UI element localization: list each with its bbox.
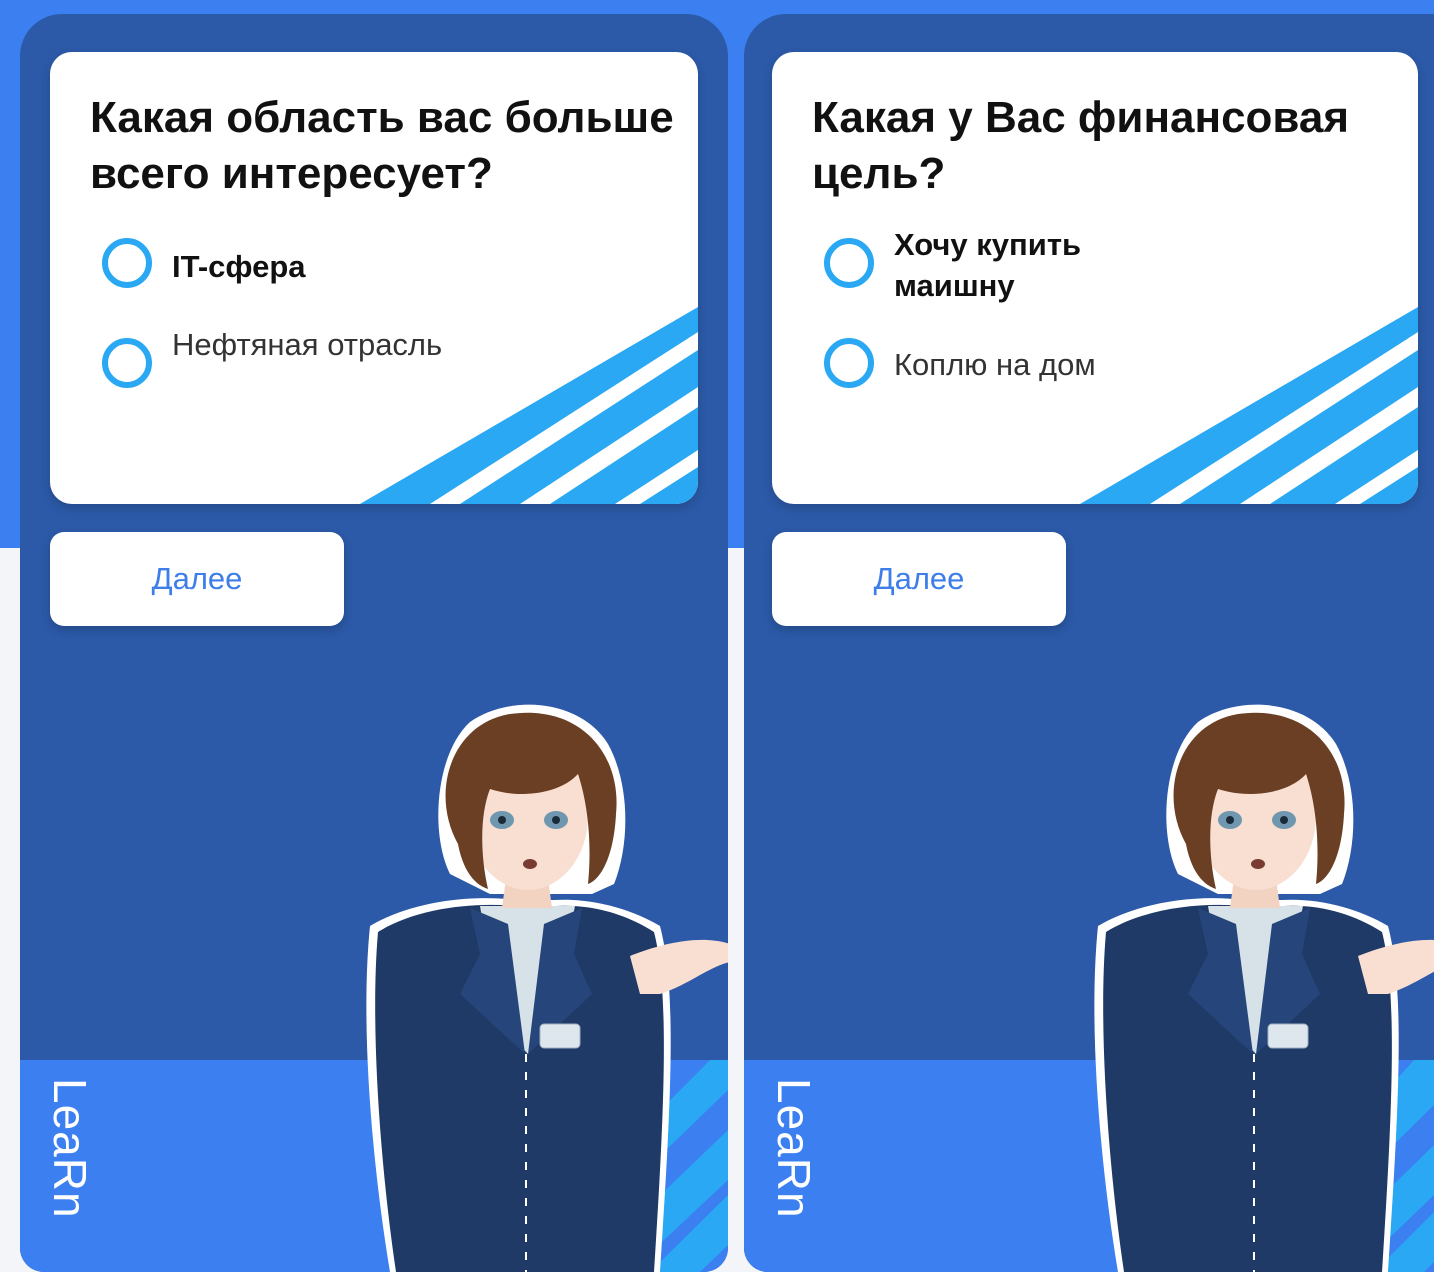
radio-unchecked-icon[interactable]: [824, 338, 874, 388]
brand-logo-text: LeaRn: [768, 1078, 820, 1219]
option-buy-car[interactable]: [824, 238, 874, 288]
quiz-screen-finance: Какая у Вас финансовая цель? Хочу купить…: [744, 14, 1434, 1272]
question-title: Какая у Вас финансовая цель?: [812, 93, 1350, 198]
quiz-screen-interest: Какая область вас больше всего интересуе…: [20, 14, 728, 1272]
option-save-house[interactable]: [824, 338, 874, 388]
option-label[interactable]: Хочу купить маишну: [894, 224, 1174, 306]
next-button[interactable]: Далее: [772, 532, 1066, 626]
option-it-sphere[interactable]: [102, 238, 152, 288]
option-label[interactable]: IT-сфера: [172, 246, 452, 287]
question-card: Какая область вас больше всего интересуе…: [50, 52, 698, 504]
brand-logo-text: LeaRn: [44, 1078, 96, 1219]
question-card: Какая у Вас финансовая цель? Хочу купить…: [772, 52, 1418, 504]
assistant-character-illustration: [1094, 704, 1434, 1272]
question-title: Какая область вас больше всего интересуе…: [90, 93, 674, 198]
radio-unchecked-icon[interactable]: [102, 338, 152, 388]
assistant-character-illustration: [366, 704, 728, 1272]
radio-unchecked-icon[interactable]: [824, 238, 874, 288]
next-button[interactable]: Далее: [50, 532, 344, 626]
option-label[interactable]: Нефтяная отрасль: [172, 324, 452, 365]
radio-unchecked-icon[interactable]: [102, 238, 152, 288]
option-oil-industry[interactable]: [102, 338, 152, 388]
option-label[interactable]: Коплю на дом: [894, 344, 1174, 385]
